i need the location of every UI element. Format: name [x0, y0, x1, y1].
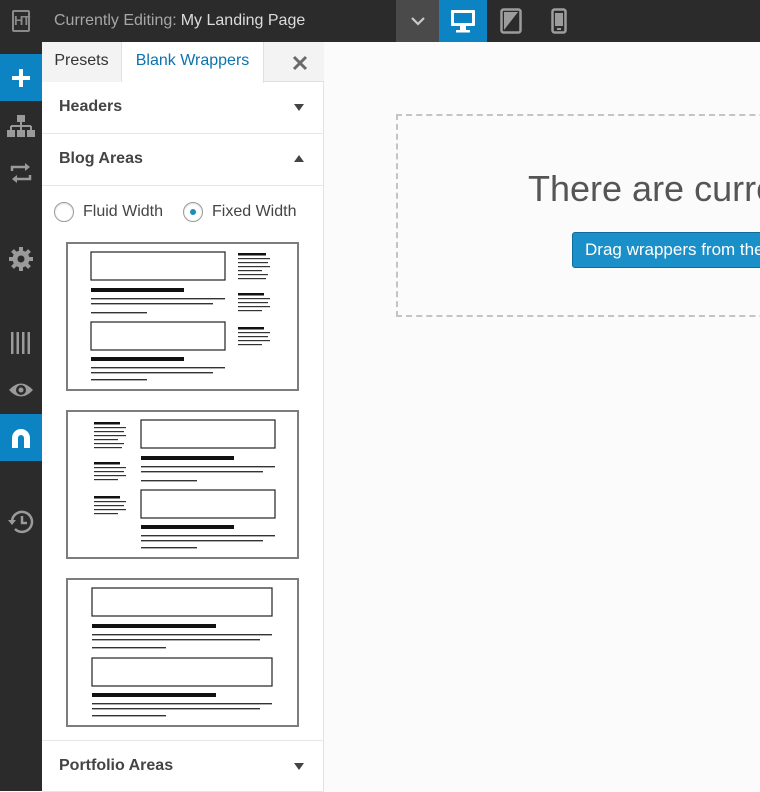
eye-icon: [9, 383, 33, 396]
page-canvas: There are currently no wrappers on this …: [324, 42, 760, 791]
currently-editing: Currently Editing: My Landing Page: [54, 0, 305, 42]
tablet-icon: [500, 8, 522, 34]
desktop-view-button[interactable]: [439, 0, 487, 42]
settings-button[interactable]: [0, 235, 42, 282]
left-toolbar: [0, 42, 42, 791]
drag-wrappers-button[interactable]: Drag wrappers from the panel on the left: [572, 232, 760, 268]
history-icon: [8, 510, 34, 533]
section-blog-areas[interactable]: Blog Areas: [42, 134, 324, 186]
blog-layout-full-width[interactable]: [66, 578, 299, 727]
swap-button[interactable]: [0, 149, 42, 196]
radio-button[interactable]: [183, 202, 203, 222]
section-title: Blog Areas: [59, 150, 143, 167]
radio-label: Fixed Width: [212, 203, 297, 220]
radio-fluid-width[interactable]: Fluid Width: [54, 200, 163, 224]
panel-tabs: Presets Blank Wrappers: [42, 42, 324, 83]
preview-button[interactable]: [0, 366, 42, 413]
sitemap-icon: [7, 114, 35, 137]
blog-layout-sidebar-left[interactable]: [66, 410, 299, 559]
phone-view-button[interactable]: [535, 0, 583, 42]
caret-up-icon: [294, 155, 304, 162]
plus-icon: [12, 68, 30, 87]
blog-layout-sidebar-right[interactable]: [66, 242, 299, 391]
layout-preview: [94, 419, 276, 549]
tablet-view-button[interactable]: [487, 0, 535, 42]
tab-blank-wrappers[interactable]: Blank Wrappers: [122, 42, 264, 83]
page-dropdown-button[interactable]: [396, 0, 439, 42]
swap-arrows-icon: [10, 162, 32, 183]
app-logo[interactable]: HT: [0, 0, 42, 42]
columns-icon: [11, 331, 30, 354]
caret-down-icon: [294, 104, 304, 111]
columns-button[interactable]: [0, 319, 42, 366]
caret-down-icon: [294, 763, 304, 770]
radio-label: Fluid Width: [83, 203, 164, 220]
wrapper-dropzone[interactable]: There are currently no wrappers on this …: [396, 114, 760, 317]
add-button[interactable]: [0, 54, 42, 101]
top-bar: HT Currently Editing: My Landing Page: [0, 0, 760, 42]
editing-label: Currently Editing:: [54, 12, 177, 29]
section-title: Headers: [59, 98, 123, 115]
tab-presets[interactable]: Presets: [42, 42, 122, 82]
section-title: Portfolio Areas: [59, 757, 174, 774]
section-portfolio-areas[interactable]: Portfolio Areas: [42, 740, 324, 792]
wrappers-panel: Presets Blank Wrappers Headers Blog Area…: [42, 42, 324, 792]
layout-preview: [90, 251, 270, 381]
close-icon: [292, 55, 308, 71]
magnet-icon: [12, 428, 30, 448]
history-button[interactable]: [0, 498, 42, 545]
radio-fixed-width[interactable]: Fixed Width: [183, 200, 296, 224]
radio-selected-dot: [190, 209, 196, 215]
phone-icon: [551, 8, 567, 34]
empty-message: There are currently no wrappers on this …: [528, 168, 760, 209]
page-name: My Landing Page: [180, 12, 306, 29]
logo-mark: HT: [12, 10, 30, 32]
chevron-down-icon: [410, 17, 425, 26]
radio-button[interactable]: [54, 202, 74, 222]
gear-icon: [9, 246, 33, 271]
desktop-icon: [451, 10, 475, 33]
layout-preview: [91, 587, 273, 717]
magnet-button[interactable]: [0, 414, 42, 461]
close-panel-button[interactable]: [288, 51, 312, 75]
sitemap-button[interactable]: [0, 102, 42, 149]
section-headers[interactable]: Headers: [42, 82, 324, 134]
